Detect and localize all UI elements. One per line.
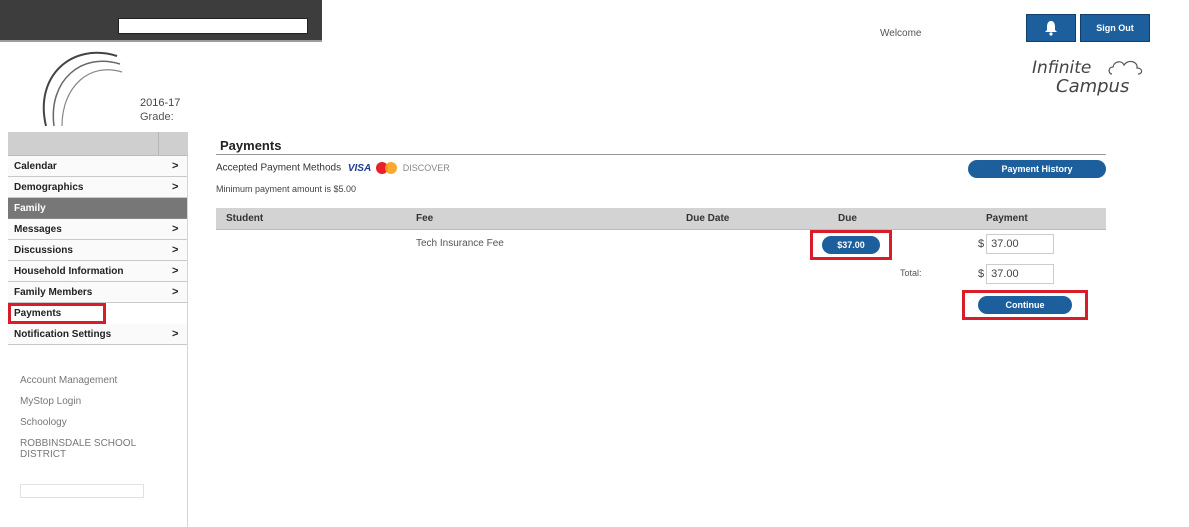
chevron-right-icon: > — [172, 286, 179, 298]
fee-name: Tech Insurance Fee — [416, 238, 504, 249]
sidebar-item-demographics[interactable]: Demographics > — [8, 177, 187, 198]
sidebar-item-label: Notification Settings — [14, 329, 112, 340]
sidebar-item-label: Messages — [14, 224, 62, 235]
chevron-right-icon: > — [172, 181, 179, 193]
infinite-campus-logo: Infinite Campus — [1028, 52, 1148, 102]
district-link[interactable]: ROBBINSDALE SCHOOL DISTRICT — [20, 438, 170, 460]
school-year: 2016-17 — [140, 97, 181, 109]
column-header: Due — [838, 213, 857, 224]
school-logo-icon — [42, 51, 123, 127]
title-divider — [216, 154, 1106, 155]
sidebar-item-label: Household Information — [14, 266, 124, 277]
sidebar-item-label: Family Members — [14, 287, 93, 298]
payment-history-button[interactable]: Payment History — [968, 160, 1106, 178]
sidebar-item-notification-settings[interactable]: Notification Settings > — [8, 324, 187, 345]
header: 2016-17 Grade: Welcome Sign Out Infinite… — [0, 0, 1189, 132]
page-title: Payments — [220, 138, 282, 153]
schoology-link[interactable]: Schoology — [20, 417, 170, 428]
currency-symbol: $ — [978, 238, 985, 250]
sidebar-item-calendar[interactable]: Calendar > — [8, 156, 187, 177]
chevron-right-icon: > — [172, 223, 179, 235]
brand-line2: Campus — [1056, 76, 1130, 97]
column-header: Due Date — [686, 213, 730, 224]
sidebar-item-label: Discussions — [14, 245, 73, 256]
column-header: Fee — [416, 213, 434, 224]
redacted-bar — [20, 484, 144, 498]
chevron-right-icon: > — [172, 328, 179, 340]
sidebar-item-label: Calendar — [14, 161, 57, 172]
payment-cell: $ — [978, 234, 1055, 254]
minimum-payment-text: Minimum payment amount is $5.00 — [216, 184, 357, 194]
notifications-button[interactable] — [1026, 14, 1076, 42]
total-row: Total: $ — [216, 260, 1106, 290]
sidebar-links: Account Management MyStop Login Schoolog… — [8, 345, 187, 460]
sign-out-button[interactable]: Sign Out — [1080, 14, 1150, 42]
accepted-payment-methods: Accepted Payment Methods VISA DISCOVER — [216, 162, 450, 174]
payment-amount-input[interactable] — [986, 234, 1055, 254]
sidebar-header — [8, 132, 188, 156]
page: 2016-17 Grade: Welcome Sign Out Infinite… — [0, 0, 1189, 527]
accepted-label: Accepted Payment Methods — [216, 162, 342, 174]
redacted-name-bar — [118, 18, 308, 34]
school-logo-area: 2016-17 Grade: — [8, 42, 322, 132]
sidebar-section-family: Family — [8, 198, 187, 219]
table-row: Tech Insurance Fee $37.00 $ — [216, 230, 1106, 260]
column-header: Payment — [986, 213, 1028, 224]
total-cell: $ — [978, 264, 1055, 284]
payments-table: Student Fee Due Date Due Payment Tech In… — [216, 208, 1106, 290]
due-amount-button[interactable]: $37.00 — [822, 236, 880, 254]
currency-symbol: $ — [978, 268, 985, 280]
sidebar-item-discussions[interactable]: Discussions > — [8, 240, 187, 261]
column-header: Student — [226, 213, 264, 224]
welcome-text: Welcome — [880, 28, 922, 39]
chevron-right-icon: > — [172, 244, 179, 256]
total-amount-field — [986, 264, 1055, 284]
grade-label: Grade: — [140, 111, 174, 123]
account-management-link[interactable]: Account Management — [20, 375, 170, 386]
sidebar-item-family-members[interactable]: Family Members > — [8, 282, 187, 303]
discover-icon: DISCOVER — [402, 162, 450, 173]
sidebar-item-label: Demographics — [14, 182, 84, 193]
table-header: Student Fee Due Date Due Payment — [216, 208, 1106, 230]
sidebar-item-payments[interactable]: Payments — [8, 303, 106, 324]
due-highlight: $37.00 — [810, 230, 892, 260]
bell-icon — [1045, 21, 1057, 36]
sidebar-item-messages[interactable]: Messages > — [8, 219, 187, 240]
chevron-right-icon: > — [172, 265, 179, 277]
mastercard-icon — [375, 162, 398, 174]
continue-button[interactable]: Continue — [978, 296, 1072, 314]
mystop-login-link[interactable]: MyStop Login — [20, 396, 170, 407]
sidebar-item-label: Payments — [14, 308, 62, 319]
sidebar: Calendar > Demographics > Family Message… — [8, 132, 188, 527]
chevron-right-icon: > — [172, 160, 179, 172]
total-label: Total: — [900, 268, 922, 278]
continue-highlight: Continue — [962, 290, 1088, 320]
brand-line1: Infinite — [1032, 58, 1092, 78]
visa-icon: VISA — [347, 162, 372, 174]
cloud-icon — [1108, 60, 1143, 75]
sidebar-item-household-information[interactable]: Household Information > — [8, 261, 187, 282]
